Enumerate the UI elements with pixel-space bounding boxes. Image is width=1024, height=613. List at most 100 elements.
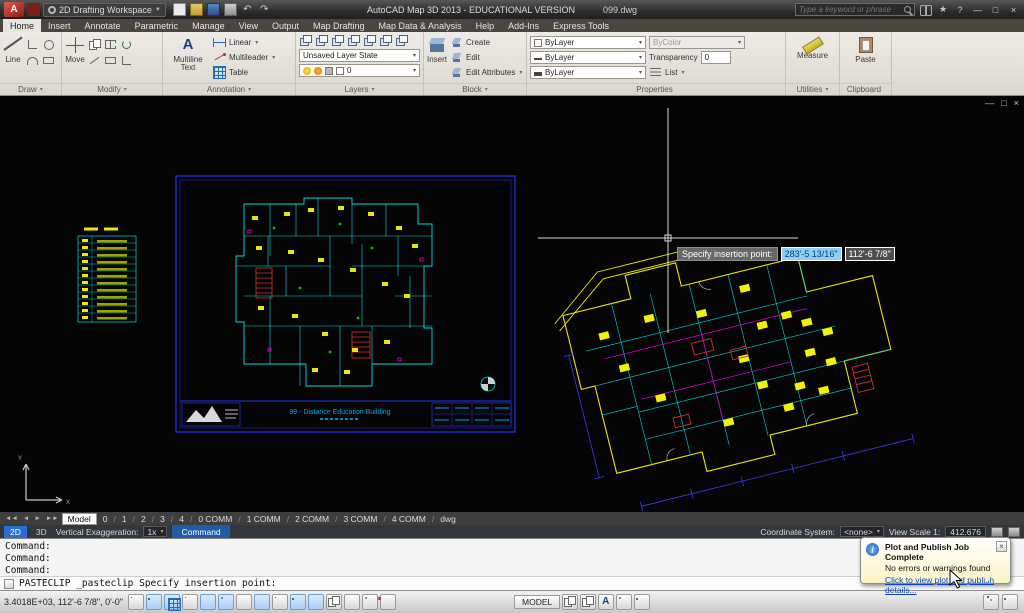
layer-state-dropdown[interactable]: Unsaved Layer State bbox=[299, 49, 420, 62]
layer-properties-icon[interactable] bbox=[299, 34, 312, 47]
undo-icon[interactable]: ↶ bbox=[241, 3, 254, 16]
tab-express-tools[interactable]: Express Tools bbox=[546, 19, 616, 32]
transparency-toggle[interactable] bbox=[326, 594, 342, 610]
paste-button[interactable]: Paste bbox=[855, 34, 875, 81]
infer-constraints-toggle[interactable] bbox=[128, 594, 144, 610]
layer-lock-icon[interactable] bbox=[363, 34, 376, 47]
edit-block-button[interactable]: Edit bbox=[450, 51, 523, 64]
search-icon[interactable] bbox=[904, 6, 911, 13]
workspace-gear-icon[interactable] bbox=[616, 594, 632, 610]
layout-tab-4[interactable]: 4 bbox=[174, 514, 189, 524]
polyline-button[interactable] bbox=[26, 38, 39, 51]
edit-attributes-button[interactable]: Edit Attributes ▾ bbox=[450, 66, 523, 79]
tab-home[interactable]: Home bbox=[3, 19, 41, 32]
tab-annotate[interactable]: Annotate bbox=[78, 19, 128, 32]
panel-label-properties[interactable]: Properties bbox=[527, 83, 785, 95]
quick-view-drawings-icon[interactable] bbox=[580, 594, 596, 610]
layout-tab-dwg[interactable]: dwg bbox=[435, 514, 461, 524]
layer-tools-icon[interactable] bbox=[395, 34, 408, 47]
rotate-button[interactable] bbox=[120, 38, 133, 51]
tab-output[interactable]: Output bbox=[265, 19, 306, 32]
scale-button[interactable] bbox=[104, 54, 117, 67]
transparency-input[interactable]: 0 bbox=[701, 51, 731, 64]
workspace-switcher[interactable]: 2D Drafting Workspace ▼ bbox=[43, 3, 166, 17]
multileader-button[interactable]: Multileader ▾ bbox=[213, 51, 292, 64]
layout-tab-model[interactable]: Model bbox=[62, 513, 97, 525]
selection-cycling-toggle[interactable] bbox=[362, 594, 378, 610]
layout-tab-0comm[interactable]: 0 COMM bbox=[193, 514, 237, 524]
map-layers-icon[interactable] bbox=[1008, 527, 1020, 537]
dynamic-input-y-field[interactable]: 112'-6 7/8" bbox=[845, 247, 895, 261]
layer-dropdown[interactable]: 0 bbox=[299, 64, 420, 77]
new-file-icon[interactable] bbox=[173, 3, 186, 16]
help-icon[interactable]: ? bbox=[954, 5, 966, 15]
coordinate-system-dropdown[interactable]: <none> bbox=[840, 526, 884, 537]
line-button[interactable]: Line bbox=[3, 34, 23, 81]
linetype-dropdown[interactable]: ByLayer bbox=[530, 51, 646, 64]
view-scale-input[interactable]: 412.676 bbox=[945, 526, 986, 537]
minimize-button[interactable]: — bbox=[971, 5, 984, 15]
layer-match-icon[interactable] bbox=[379, 34, 392, 47]
search-box[interactable] bbox=[795, 3, 915, 16]
layout-tab-0[interactable]: 0 bbox=[98, 514, 113, 524]
panel-label-clipboard[interactable]: Clipboard bbox=[840, 83, 891, 95]
measure-button[interactable]: Measure bbox=[797, 34, 828, 81]
lineweight-dropdown[interactable]: ByLayer bbox=[530, 66, 646, 79]
command-tab[interactable]: Command bbox=[172, 525, 229, 538]
tab-map-drafting[interactable]: Map Drafting bbox=[306, 19, 372, 32]
layout-tab-3[interactable]: 3 bbox=[155, 514, 170, 524]
move-button[interactable]: Move bbox=[65, 34, 85, 81]
cleanscreen-icon[interactable] bbox=[1002, 594, 1018, 610]
panel-label-layers[interactable]: Layers bbox=[296, 83, 423, 95]
layout-tab-3comm[interactable]: 3 COMM bbox=[338, 514, 382, 524]
snap-toggle[interactable] bbox=[146, 594, 162, 610]
notification-close-button[interactable]: × bbox=[996, 541, 1007, 552]
insert-block-button[interactable]: Insert bbox=[427, 34, 447, 81]
table-button[interactable]: Table bbox=[213, 66, 292, 79]
model-space-button[interactable]: MODEL bbox=[514, 595, 560, 609]
mirror-button[interactable] bbox=[104, 38, 117, 51]
tab-view[interactable]: View bbox=[232, 19, 265, 32]
drawing-viewport[interactable]: 99 - Distance Education Building bbox=[0, 96, 1024, 512]
create-block-button[interactable]: Create bbox=[450, 36, 523, 49]
layer-off-icon[interactable] bbox=[315, 34, 328, 47]
plot-icon[interactable] bbox=[224, 3, 237, 16]
plotter-tray-icon[interactable] bbox=[983, 594, 999, 610]
dyn-toggle[interactable] bbox=[290, 594, 306, 610]
tab-help[interactable]: Help bbox=[469, 19, 502, 32]
layout-tab-1comm[interactable]: 1 COMM bbox=[242, 514, 286, 524]
layout-tab-2[interactable]: 2 bbox=[136, 514, 151, 524]
lock-ui-icon[interactable] bbox=[634, 594, 650, 610]
panel-label-utilities[interactable]: Utilities bbox=[786, 83, 839, 95]
notification-details-link[interactable]: Click to view plot and publish details..… bbox=[885, 575, 1004, 595]
autocad-logo-icon[interactable]: A bbox=[4, 2, 24, 17]
panel-label-block[interactable]: Block bbox=[424, 83, 526, 95]
layer-isolate-icon[interactable] bbox=[331, 34, 344, 47]
layout-tab-4comm[interactable]: 4 COMM bbox=[387, 514, 431, 524]
drawing-close-button[interactable]: × bbox=[1014, 98, 1019, 108]
osnap-toggle[interactable] bbox=[218, 594, 234, 610]
quickprops-toggle[interactable] bbox=[344, 594, 360, 610]
tab-parametric[interactable]: Parametric bbox=[128, 19, 186, 32]
linear-dimension-button[interactable]: Linear ▾ bbox=[213, 36, 292, 49]
rectangle-button[interactable] bbox=[42, 54, 55, 67]
next-layout-icon[interactable]: ► bbox=[32, 515, 42, 522]
redo-icon[interactable]: ↷ bbox=[258, 3, 271, 16]
lwt-toggle[interactable] bbox=[308, 594, 324, 610]
annotation-scale-icon[interactable]: A bbox=[598, 594, 614, 610]
ortho-toggle[interactable] bbox=[182, 594, 198, 610]
drawing-minimize-button[interactable]: — bbox=[985, 98, 994, 108]
tab-add-ins[interactable]: Add-Ins bbox=[501, 19, 546, 32]
command-prompt-text[interactable]: PASTECLIP _pasteclip Specify insertion p… bbox=[19, 578, 276, 589]
dynamic-input-x-field[interactable]: 283'-5 13/16" bbox=[781, 247, 842, 261]
object-color-dropdown[interactable]: ByLayer bbox=[530, 36, 646, 49]
quick-view-layouts-icon[interactable] bbox=[562, 594, 578, 610]
binoculars-icon[interactable] bbox=[920, 5, 932, 14]
tab-map-data-analysis[interactable]: Map Data & Analysis bbox=[372, 19, 469, 32]
grid-toggle[interactable] bbox=[164, 594, 180, 610]
favorites-icon[interactable]: ★ bbox=[937, 4, 949, 15]
layout-tab-1[interactable]: 1 bbox=[117, 514, 132, 524]
3dosnap-toggle[interactable] bbox=[236, 594, 252, 610]
panel-label-annotation[interactable]: Annotation bbox=[163, 83, 295, 95]
printer-icon[interactable] bbox=[991, 527, 1003, 537]
